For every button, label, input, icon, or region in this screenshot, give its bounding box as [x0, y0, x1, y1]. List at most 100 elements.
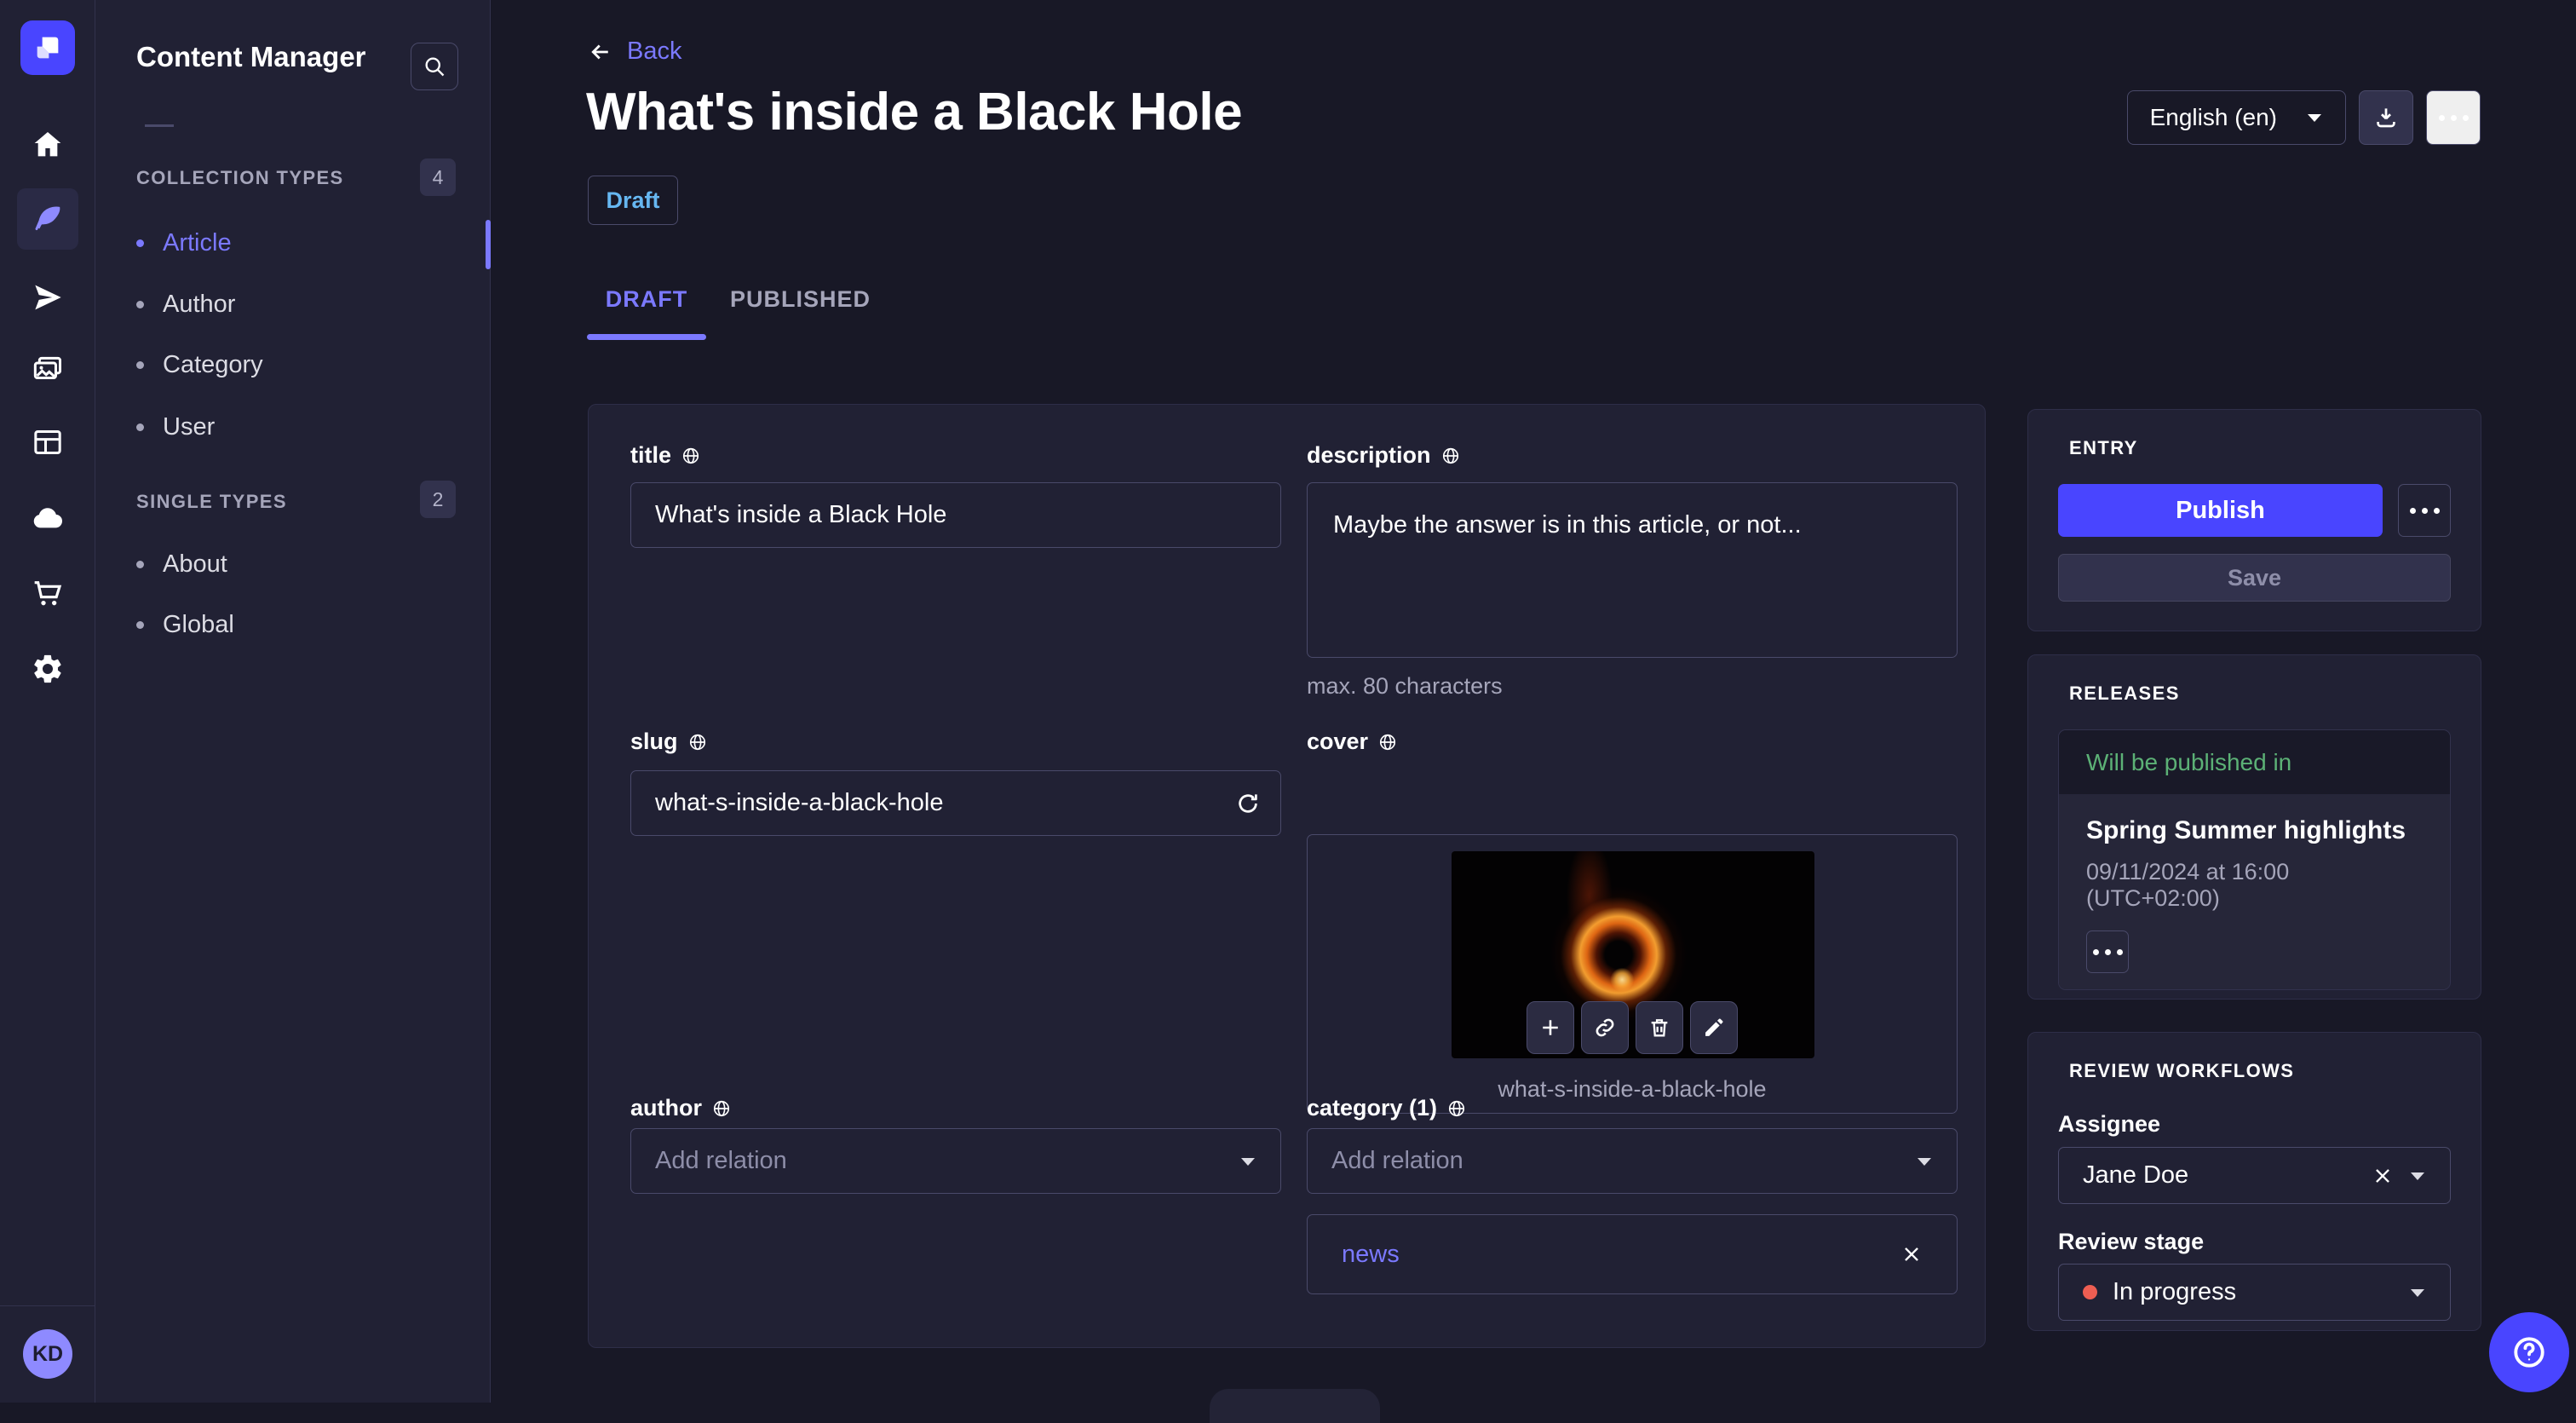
sidebar-item-user[interactable]: User: [136, 396, 473, 458]
plus-icon: [1538, 1016, 1562, 1040]
nav-home[interactable]: [17, 114, 78, 176]
relation-link[interactable]: news: [1342, 1241, 1400, 1269]
save-button[interactable]: Save: [2058, 554, 2451, 602]
slug-field-label: slug: [630, 729, 1281, 755]
page-title: What's inside a Black Hole: [586, 83, 1243, 141]
slug-input[interactable]: [630, 770, 1281, 836]
author-relation-select[interactable]: Add relation: [630, 1128, 1281, 1194]
images-icon: [31, 353, 65, 387]
pencil-icon: [1702, 1016, 1726, 1040]
relation-item-news: news: [1307, 1214, 1958, 1294]
icon-rail: KD: [0, 0, 95, 1403]
sidebar-item-author[interactable]: Author: [136, 274, 473, 335]
bullet-icon: [136, 423, 144, 431]
nav-marketplace[interactable]: [17, 562, 78, 624]
version-tabs: DRAFT PUBLISHED: [587, 286, 871, 313]
entry-panel: ENTRY Publish Save: [2027, 409, 2481, 631]
strapi-logo-icon: [37, 37, 59, 59]
publish-button[interactable]: Publish: [2058, 484, 2383, 537]
avatar[interactable]: KD: [23, 1329, 72, 1379]
description-hint: max. 80 characters: [1307, 673, 1503, 699]
back-label: Back: [627, 37, 682, 65]
regenerate-slug-icon[interactable]: [1235, 791, 1261, 816]
review-stage-select[interactable]: In progress: [2058, 1264, 2451, 1321]
assignee-label: Assignee: [2058, 1111, 2161, 1137]
bullet-icon: [136, 239, 144, 247]
trash-icon: [1647, 1016, 1671, 1040]
tab-published[interactable]: PUBLISHED: [730, 286, 871, 313]
nav-content-manager[interactable]: [16, 188, 78, 250]
assignee-select[interactable]: Jane Doe: [2058, 1147, 2451, 1204]
globe-icon: [688, 733, 707, 752]
chevron-down-icon: [2409, 1287, 2426, 1299]
nav-media-library[interactable]: [17, 339, 78, 400]
assignee-value: Jane Doe: [2083, 1161, 2189, 1189]
entry-more-button[interactable]: [2398, 484, 2451, 537]
sidebar-title: Content Manager: [136, 41, 366, 72]
cover-actions: [1527, 1001, 1738, 1054]
nav-deploy[interactable]: [17, 487, 78, 549]
link-icon: [1593, 1016, 1617, 1040]
locale-value: English (en): [2149, 104, 2277, 130]
chevron-down-icon: [2306, 112, 2323, 124]
title-input[interactable]: [630, 482, 1281, 548]
locale-select[interactable]: English (en): [2126, 90, 2346, 145]
delete-media-button[interactable]: [1636, 1001, 1683, 1054]
copy-link-button[interactable]: [1581, 1001, 1629, 1054]
release-status: Will be published in: [2059, 730, 2450, 794]
sidebar-item-category[interactable]: Category: [136, 334, 473, 395]
release-card: Will be published in Spring Summer highl…: [2058, 729, 2451, 990]
author-placeholder: Add relation: [655, 1147, 787, 1174]
bullet-icon: [136, 560, 144, 568]
export-button[interactable]: [2359, 90, 2413, 145]
sidebar-item-about[interactable]: About: [136, 533, 473, 595]
edit-media-button[interactable]: [1690, 1001, 1738, 1054]
strapi-logo[interactable]: [20, 20, 75, 75]
collection-types-count: 4: [420, 158, 456, 196]
review-workflows-panel: REVIEW WORKFLOWS Assignee Jane Doe Revie…: [2027, 1032, 2481, 1331]
help-button[interactable]: [2489, 1312, 2569, 1392]
description-textarea[interactable]: Maybe the answer is in this article, or …: [1307, 482, 1958, 658]
more-actions-button[interactable]: [2426, 90, 2481, 145]
content-manager-sidebar: Content Manager COLLECTION TYPES 4 Artic…: [95, 0, 491, 1403]
layout-icon: [31, 425, 65, 459]
rail-divider: [0, 1305, 95, 1306]
cloud-icon: [31, 501, 65, 535]
cart-icon: [31, 576, 65, 610]
release-title[interactable]: Spring Summer highlights: [2086, 816, 2423, 845]
bullet-icon: [136, 300, 144, 308]
chevron-down-icon: [1239, 1155, 1256, 1167]
globe-icon: [1378, 733, 1397, 752]
download-icon: [2373, 105, 2399, 130]
nav-content-type-builder[interactable]: [17, 412, 78, 473]
entry-panel-label: ENTRY: [2069, 437, 2138, 458]
ellipsis-icon: [2092, 948, 2123, 955]
releases-panel-label: RELEASES: [2069, 683, 2180, 704]
sidebar-item-global[interactable]: Global: [136, 594, 473, 655]
remove-relation-icon[interactable]: [1900, 1243, 1923, 1265]
header-actions: English (en): [2126, 90, 2481, 145]
home-icon: [31, 128, 65, 162]
category-relation-select[interactable]: Add relation: [1307, 1128, 1958, 1194]
nav-releases[interactable]: [17, 267, 78, 328]
nav-settings[interactable]: [17, 638, 78, 700]
search-button[interactable]: [411, 43, 458, 90]
stage-value: In progress: [2113, 1278, 2237, 1305]
search-icon: [423, 55, 446, 78]
release-more-button[interactable]: [2086, 930, 2129, 973]
ellipsis-icon: [2409, 507, 2440, 514]
stage-status-dot: [2083, 1285, 2097, 1299]
back-link[interactable]: Back: [588, 37, 681, 66]
description-field-label: description: [1307, 442, 1958, 469]
globe-icon: [1441, 446, 1460, 465]
sidebar-item-article[interactable]: Article: [136, 212, 473, 274]
globe-icon: [1447, 1099, 1466, 1118]
tab-draft[interactable]: DRAFT: [587, 286, 706, 313]
globe-icon: [712, 1099, 731, 1118]
chevron-down-icon: [1916, 1155, 1933, 1167]
review-stage-label: Review stage: [2058, 1229, 2205, 1254]
clear-assignee-icon[interactable]: [2372, 1165, 2394, 1187]
add-media-button[interactable]: [1527, 1001, 1574, 1054]
arrow-left-icon: [588, 39, 613, 65]
title-field-label: title: [630, 442, 1281, 469]
